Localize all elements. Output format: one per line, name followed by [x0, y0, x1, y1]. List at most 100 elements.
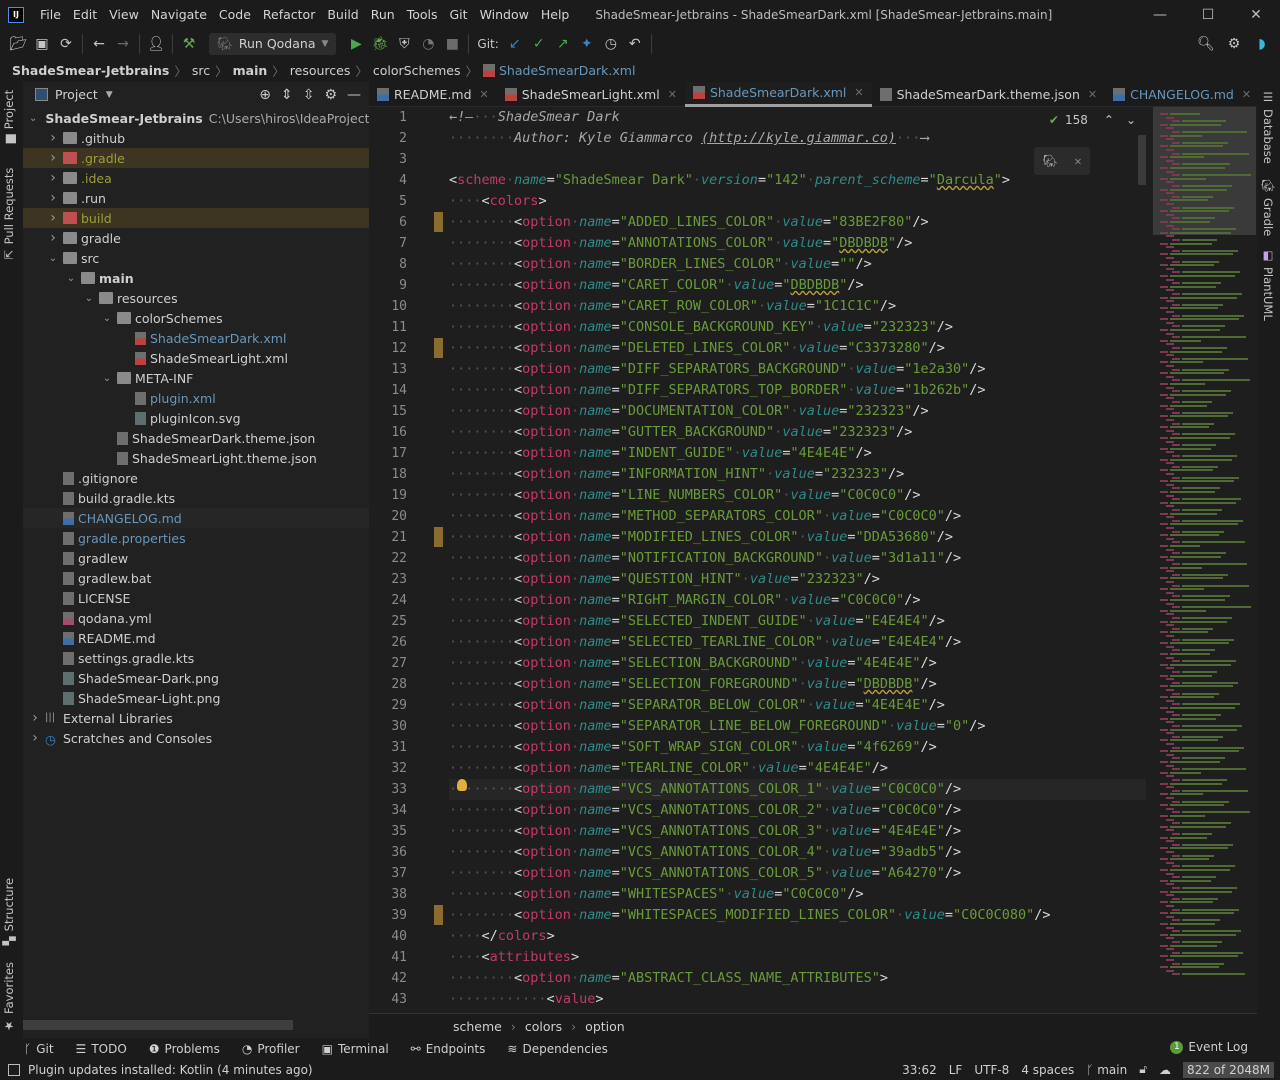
- line-number[interactable]: 11: [369, 317, 407, 338]
- chevron-down-icon[interactable]: ▼: [106, 90, 113, 100]
- tree-item[interactable]: ⌄ src: [23, 248, 369, 268]
- tree-item[interactable]: › ◷ Scratches and Consoles: [23, 728, 369, 748]
- chevron-down-icon[interactable]: ⌄: [65, 273, 77, 284]
- horizontal-scrollbar[interactable]: [23, 1020, 293, 1030]
- project-view-selector[interactable]: Project: [55, 87, 98, 102]
- tree-item[interactable]: gradlew: [23, 548, 369, 568]
- tree-item[interactable]: ShadeSmearDark.xml: [23, 328, 369, 348]
- chevron-right-icon[interactable]: ›: [47, 170, 59, 186]
- tree-item[interactable]: ShadeSmear-Dark.png: [23, 668, 369, 688]
- menu-item-window[interactable]: Window: [474, 7, 535, 22]
- git-update-icon[interactable]: ↙: [503, 32, 527, 56]
- breadcrumb-item[interactable]: src: [192, 63, 210, 78]
- terminal-tool-button[interactable]: ▣ Terminal: [322, 1042, 389, 1056]
- problems-tool-button[interactable]: ❶ Problems: [149, 1042, 220, 1056]
- line-number[interactable]: 9: [369, 275, 407, 296]
- line-number[interactable]: 14: [369, 380, 407, 401]
- line-separator[interactable]: LF: [949, 1063, 963, 1077]
- menu-item-file[interactable]: File: [34, 7, 67, 22]
- cloud-settings-icon[interactable]: ☁: [1159, 1063, 1171, 1077]
- line-number[interactable]: 5: [369, 191, 407, 212]
- user-icon[interactable]: 👤︎: [144, 32, 168, 56]
- tree-item[interactable]: pluginIcon.svg: [23, 408, 369, 428]
- tree-item[interactable]: settings.gradle.kts: [23, 648, 369, 668]
- line-number[interactable]: 1: [369, 107, 407, 128]
- vertical-scrollbar-thumb[interactable]: [1138, 135, 1146, 185]
- memory-indicator[interactable]: 822 of 2048M: [1183, 1061, 1274, 1078]
- line-number[interactable]: 24: [369, 590, 407, 611]
- line-number[interactable]: 6: [369, 212, 407, 233]
- locate-file-icon[interactable]: ⊕: [259, 87, 271, 103]
- line-number[interactable]: 3: [369, 149, 407, 170]
- vcs-change-marker[interactable]: [434, 212, 443, 232]
- editor-tab[interactable]: ShadeSmearLight.xml ✕: [497, 82, 685, 107]
- line-number[interactable]: 42: [369, 968, 407, 989]
- line-number[interactable]: 19: [369, 485, 407, 506]
- line-number[interactable]: 26: [369, 632, 407, 653]
- line-number[interactable]: 43: [369, 989, 407, 1010]
- chevron-right-icon[interactable]: ›: [47, 230, 59, 246]
- menu-item-edit[interactable]: Edit: [67, 7, 103, 22]
- line-number[interactable]: 4: [369, 170, 407, 191]
- next-highlight-icon[interactable]: ⌄: [1126, 113, 1136, 127]
- tree-item[interactable]: ShadeSmearLight.xml: [23, 348, 369, 368]
- build-hammer-icon[interactable]: ⚒: [177, 32, 201, 56]
- chevron-down-icon[interactable]: ⌄: [47, 253, 59, 264]
- tree-item[interactable]: qodana.yml: [23, 608, 369, 628]
- menu-item-navigate[interactable]: Navigate: [145, 7, 213, 22]
- code-crumb[interactable]: scheme: [453, 1019, 502, 1034]
- line-number[interactable]: 41: [369, 947, 407, 968]
- editor-tab[interactable]: ShadeSmearDark.xml ✕: [684, 81, 872, 107]
- menu-item-tools[interactable]: Tools: [401, 7, 444, 22]
- tree-item[interactable]: ⌄ ShadeSmear-Jetbrains C:\Users\hiros\Idea…: [23, 108, 369, 128]
- run-config-dropdown[interactable]: 🐘︎ Run Qodana ▼: [209, 32, 337, 55]
- status-message[interactable]: Plugin updates installed: Kotlin (4 minu…: [28, 1063, 313, 1077]
- line-number[interactable]: 34: [369, 800, 407, 821]
- hide-icon[interactable]: —: [347, 87, 361, 103]
- toggle-tool-windows-icon[interactable]: [8, 1063, 20, 1076]
- line-number[interactable]: 39: [369, 905, 407, 926]
- sync-icon[interactable]: ⟳: [54, 32, 78, 56]
- chevron-down-icon[interactable]: ⌄: [101, 313, 113, 324]
- code-minimap[interactable]: [1146, 107, 1257, 1013]
- tree-item[interactable]: › .github: [23, 128, 369, 148]
- previous-highlight-icon[interactable]: ⌃: [1104, 113, 1114, 127]
- line-number[interactable]: 37: [369, 863, 407, 884]
- expand-all-icon[interactable]: ⇕: [281, 87, 293, 103]
- database-tool-tab[interactable]: ☰ Database: [1261, 90, 1275, 164]
- tree-item[interactable]: ⌄ main: [23, 268, 369, 288]
- indent-setting[interactable]: 4 spaces: [1021, 1063, 1074, 1077]
- editor-tab[interactable]: CHANGELOG.md ✕: [1105, 82, 1259, 107]
- tree-item[interactable]: ShadeSmearLight.theme.json: [23, 448, 369, 468]
- lock-icon[interactable]: 🔓︎: [1139, 1062, 1147, 1077]
- git-push-icon[interactable]: ↗: [551, 32, 575, 56]
- chevron-right-icon[interactable]: ›: [47, 150, 59, 166]
- code-editor[interactable]: 1 2 3 4 5 6 7 8 9 10 11 12 13 14 15 16 17 18 19 20 21 22 23 24 2…: [369, 107, 1146, 1013]
- chevron-right-icon[interactable]: ›: [47, 210, 59, 226]
- vcs-change-marker[interactable]: [434, 338, 443, 358]
- tree-item[interactable]: .gitignore: [23, 468, 369, 488]
- event-log-button[interactable]: 1 Event Log: [1170, 1040, 1248, 1054]
- code-crumb[interactable]: colors: [525, 1019, 562, 1034]
- line-number[interactable]: 35: [369, 821, 407, 842]
- tree-item[interactable]: ShadeSmearDark.theme.json: [23, 428, 369, 448]
- tree-item[interactable]: gradlew.bat: [23, 568, 369, 588]
- close-button[interactable]: ✕: [1232, 0, 1280, 29]
- vcs-change-marker[interactable]: [434, 527, 443, 547]
- minimize-button[interactable]: —: [1136, 0, 1184, 29]
- open-folder-icon[interactable]: 📂︎: [6, 32, 30, 56]
- line-number[interactable]: 33: [369, 779, 407, 800]
- file-encoding[interactable]: UTF-8: [974, 1063, 1009, 1077]
- close-icon[interactable]: ✕: [1074, 154, 1081, 168]
- line-number[interactable]: 12: [369, 338, 407, 359]
- tree-item[interactable]: › ||| External Libraries: [23, 708, 369, 728]
- back-icon[interactable]: ←: [87, 32, 111, 56]
- git-branch-widget[interactable]: ᚴ main: [1086, 1063, 1127, 1077]
- vcs-change-marker[interactable]: [434, 905, 443, 925]
- close-tab-icon[interactable]: ✕: [480, 88, 489, 101]
- menu-item-git[interactable]: Git: [444, 7, 474, 22]
- line-number[interactable]: 30: [369, 716, 407, 737]
- line-number[interactable]: 36: [369, 842, 407, 863]
- line-number[interactable]: 8: [369, 254, 407, 275]
- close-tab-icon[interactable]: ✕: [1242, 88, 1251, 101]
